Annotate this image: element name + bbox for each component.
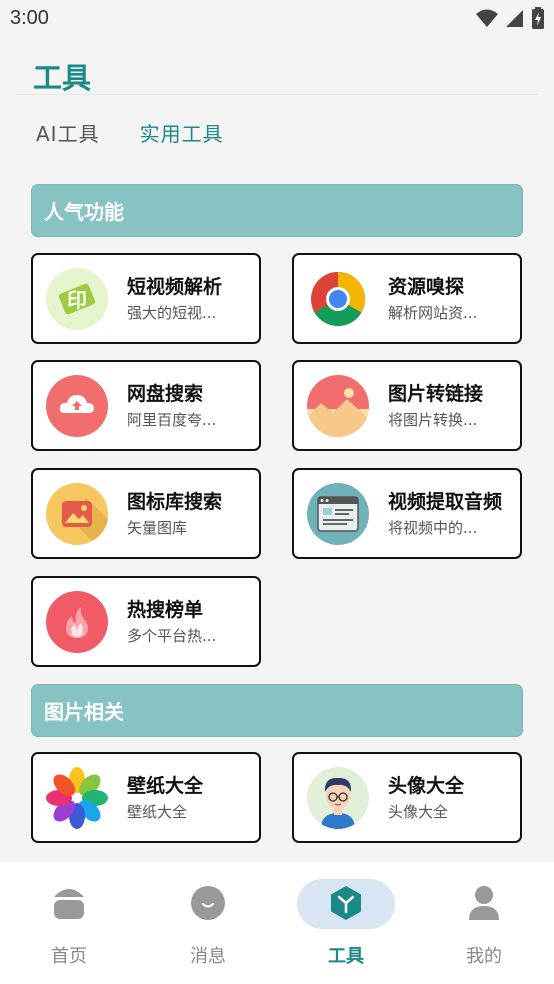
tab-practical-tools[interactable]: 实用工具 [140, 118, 224, 147]
tab-bar: AI工具 实用工具 [36, 118, 224, 147]
card-desc: 壁纸大全 [127, 803, 188, 821]
card-desc: 将图片转换... [388, 411, 478, 429]
video-audio-icon [307, 483, 369, 545]
nav-label: 我的 [466, 946, 502, 967]
card-title: 短视频解析 [127, 276, 223, 298]
video-parse-icon: 印 [46, 268, 108, 330]
card-desc: 头像大全 [388, 803, 449, 821]
section-title: 人气功能 [44, 200, 124, 224]
avatar-icon [307, 767, 369, 829]
bottom-nav: 首页 消息 工具 我的 [0, 862, 554, 984]
nav-label: 首页 [51, 946, 87, 967]
image-icon [307, 375, 369, 437]
tool-card-video-parse[interactable]: 印 短视频解析 强大的短视... [31, 253, 261, 344]
tool-card-resource-sniff[interactable]: 资源嗅探 解析网站资... [292, 253, 522, 344]
home-icon [54, 889, 84, 919]
card-desc: 将视频中的... [388, 519, 478, 537]
card-desc: 解析网站资... [388, 304, 478, 322]
tab-ai-tools[interactable]: AI工具 [36, 118, 100, 147]
tool-card-hot-search[interactable]: 热搜榜单 多个平台热... [31, 576, 261, 667]
nav-item-tools[interactable]: 工具 [296, 862, 396, 984]
fire-icon [46, 591, 108, 653]
nav-item-profile[interactable]: 我的 [434, 862, 534, 984]
card-title: 视频提取音频 [388, 491, 503, 513]
tool-card-avatars[interactable]: 头像大全 头像大全 [292, 752, 522, 843]
card-desc: 强大的短视... [127, 304, 217, 322]
section-header-popular: 人气功能 [31, 184, 523, 237]
status-time: 3:00 [10, 7, 49, 29]
card-desc: 阿里百度夸... [127, 411, 217, 429]
card-title: 资源嗅探 [388, 276, 465, 298]
card-title: 图标库搜索 [127, 491, 223, 513]
message-icon [191, 886, 225, 920]
nav-item-home[interactable]: 首页 [19, 862, 119, 984]
tools-icon [331, 886, 361, 920]
tool-card-icon-library[interactable]: 图标库搜索 矢量图库 [31, 468, 261, 559]
card-title: 网盘搜索 [127, 383, 204, 405]
tool-card-video-to-audio[interactable]: 视频提取音频 将视频中的... [292, 468, 522, 559]
title-divider [16, 94, 538, 95]
status-bar: 3:00 [0, 0, 554, 40]
tool-card-wallpapers[interactable]: 壁纸大全 壁纸大全 [31, 752, 261, 843]
card-desc: 矢量图库 [127, 519, 188, 537]
wallpaper-icon [46, 767, 108, 829]
status-icons [476, 7, 544, 29]
signal-icon [506, 10, 523, 27]
icon-library-icon [46, 483, 108, 545]
nav-label: 消息 [190, 946, 226, 967]
card-title: 图片转链接 [388, 383, 484, 405]
card-title: 壁纸大全 [127, 775, 204, 797]
nav-item-messages[interactable]: 消息 [158, 862, 258, 984]
tool-card-netdisk-search[interactable]: 网盘搜索 阿里百度夸... [31, 360, 261, 451]
card-title: 热搜榜单 [127, 599, 204, 621]
section-title: 图片相关 [44, 700, 124, 724]
page-title: 工具 [33, 61, 92, 95]
nav-label: 工具 [328, 946, 364, 967]
tool-card-image-to-link[interactable]: 图片转链接 将图片转换... [292, 360, 522, 451]
wifi-icon [476, 9, 498, 27]
chrome-icon [311, 272, 366, 327]
svg-text:印: 印 [67, 288, 87, 312]
profile-icon [469, 886, 499, 920]
cloud-upload-icon [46, 375, 108, 437]
battery-icon [532, 7, 544, 29]
section-header-images: 图片相关 [31, 684, 523, 737]
card-title: 头像大全 [388, 775, 465, 797]
card-desc: 多个平台热... [127, 627, 217, 645]
